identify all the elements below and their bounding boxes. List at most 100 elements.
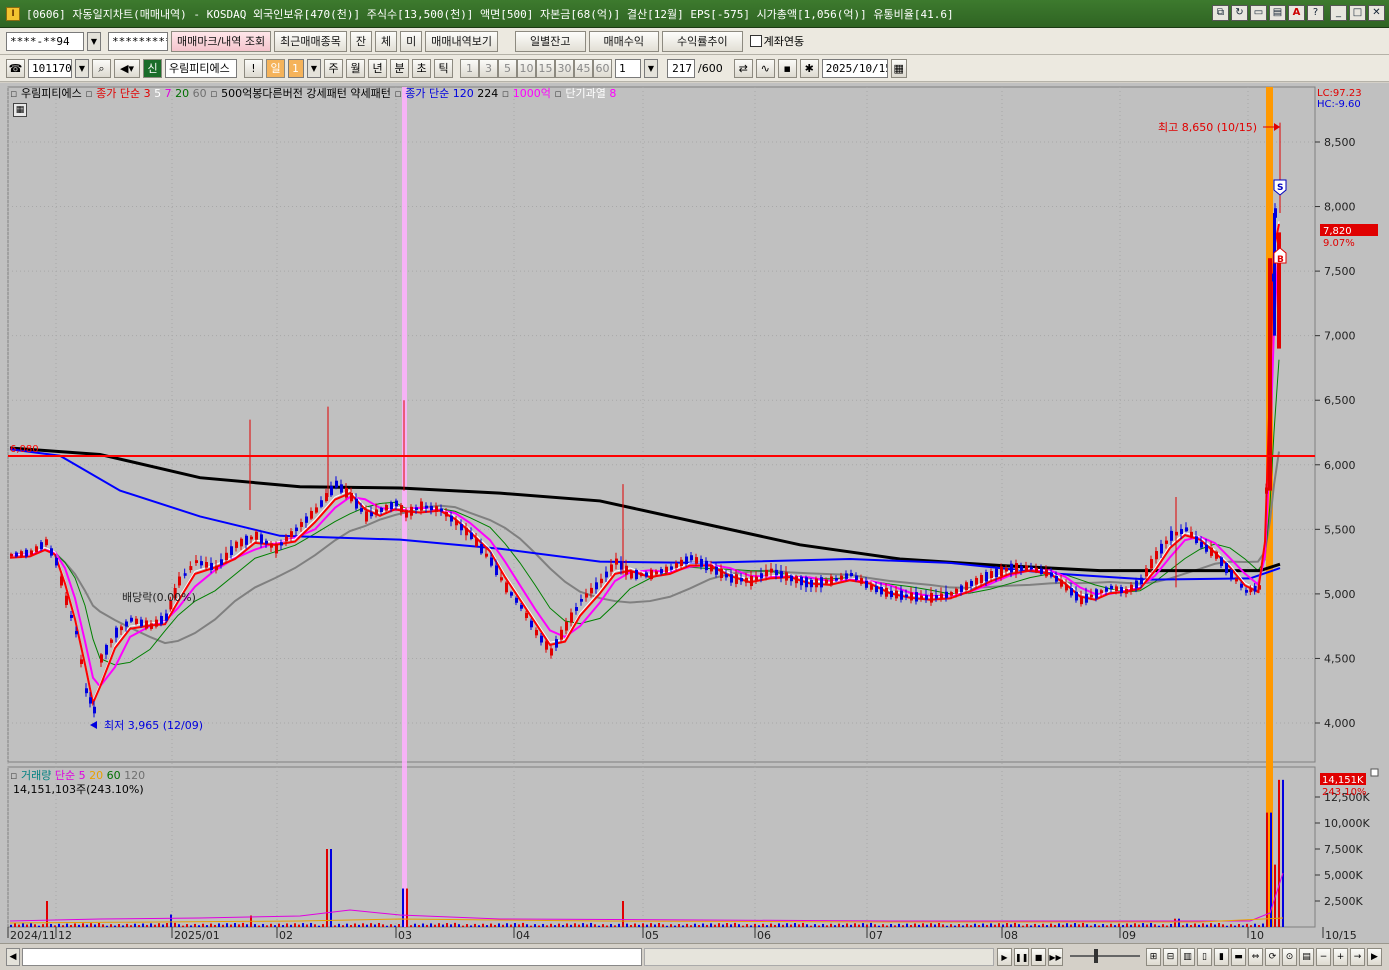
- minimize-icon[interactable]: _: [1330, 5, 1347, 21]
- speed-slider[interactable]: [1070, 955, 1140, 957]
- period-count-input[interactable]: 1: [288, 58, 304, 78]
- candle-style-icon[interactable]: ▯: [1197, 948, 1212, 966]
- account-input[interactable]: ****-**94: [6, 31, 84, 51]
- candle-body: [825, 579, 828, 584]
- chart-type-icon[interactable]: ⊞: [1146, 948, 1161, 966]
- account-dropdown-icon[interactable]: ▼: [87, 31, 101, 51]
- recent-trades-button[interactable]: 최근매매종목: [274, 30, 347, 52]
- period-month-button[interactable]: 월: [346, 58, 365, 78]
- volume-bar: [246, 924, 248, 927]
- sound-icon[interactable]: ◀▾: [114, 58, 140, 78]
- period-day-button[interactable]: 일: [266, 58, 285, 78]
- calendar-icon[interactable]: ▦: [890, 58, 907, 78]
- candle-body: [1050, 572, 1053, 577]
- interval-button-3[interactable]: 3: [479, 58, 498, 78]
- chart-layout-icon[interactable]: ▥: [1180, 948, 1195, 966]
- balance-button[interactable]: 잔: [349, 30, 373, 52]
- interval-select[interactable]: 1: [615, 58, 641, 78]
- scroll-thumb[interactable]: [22, 948, 642, 966]
- zoom-minus-icon[interactable]: −: [1316, 948, 1331, 966]
- legend-pattern[interactable]: 500억봉다른버전 강세패턴: [221, 87, 347, 100]
- period-second-button[interactable]: 초: [412, 58, 431, 78]
- trade-mark-query-button[interactable]: 매매마크/내역 조회: [171, 30, 272, 52]
- period-count-dropdown-icon[interactable]: ▼: [307, 58, 321, 78]
- font-icon[interactable]: A: [1288, 5, 1305, 21]
- period-tick-button[interactable]: 틱: [434, 58, 453, 78]
- interval-button-15[interactable]: 15: [536, 58, 555, 78]
- search-icon[interactable]: ⌕: [92, 58, 111, 78]
- interval-button-30[interactable]: 30: [555, 58, 574, 78]
- volume-bar: [110, 924, 112, 927]
- period-week-button[interactable]: 주: [324, 58, 343, 78]
- help-icon[interactable]: ?: [1307, 5, 1324, 21]
- interval-button-60[interactable]: 60: [593, 58, 612, 78]
- executed-button[interactable]: 체: [375, 30, 398, 52]
- stop-icon[interactable]: ■: [1031, 948, 1046, 966]
- chart-split-icon[interactable]: ⊟: [1163, 948, 1178, 966]
- trade-history-button[interactable]: 매매내역보기: [425, 30, 499, 52]
- stock-code-dropdown-icon[interactable]: ▼: [75, 58, 89, 78]
- legend-ma2-label[interactable]: 종가 단순: [405, 87, 449, 100]
- speed-slider-handle[interactable]: [1094, 949, 1098, 963]
- checkbox-box[interactable]: [749, 35, 762, 47]
- table-icon[interactable]: ▤: [1299, 948, 1314, 966]
- fast-forward-icon[interactable]: ▶▶: [1048, 948, 1063, 966]
- volume-bar: [1174, 918, 1176, 927]
- settings-gear-icon[interactable]: ✱: [799, 58, 819, 78]
- expand-icon[interactable]: ▶: [1367, 948, 1382, 966]
- volume-bar: [202, 923, 204, 927]
- close-icon[interactable]: ✕: [1368, 5, 1385, 21]
- maximize-icon[interactable]: □: [1349, 5, 1366, 21]
- scroll-track[interactable]: [644, 948, 994, 966]
- password-input[interactable]: *********: [108, 31, 168, 51]
- volume-bar: [786, 923, 788, 927]
- save-icon[interactable]: ▪: [777, 58, 797, 78]
- alert-icon[interactable]: !: [244, 58, 263, 78]
- scroll-end-icon[interactable]: →: [1350, 948, 1365, 966]
- legend-amount[interactable]: 1000억: [513, 87, 551, 100]
- return-trend-button[interactable]: 수익률추이: [661, 30, 743, 52]
- stock-code-input[interactable]: 101170: [28, 58, 72, 78]
- link-icon[interactable]: ⧉: [1212, 5, 1229, 21]
- candle-body: [760, 573, 763, 579]
- legend-short-overheat[interactable]: 단기과열: [565, 87, 605, 100]
- scroll-left-icon[interactable]: ◀: [6, 948, 20, 966]
- interval-dropdown-icon[interactable]: ▼: [644, 58, 658, 78]
- daily-balance-button[interactable]: 일별잔고: [515, 30, 586, 52]
- screen-icon[interactable]: ▭: [1250, 5, 1267, 21]
- zoom-plus-icon[interactable]: +: [1333, 948, 1348, 966]
- legend-ma-label[interactable]: 종가 단순: [96, 87, 140, 100]
- order-icon[interactable]: ⇄: [733, 58, 753, 78]
- bar-style-icon[interactable]: ▮: [1214, 948, 1229, 966]
- line-style-icon[interactable]: ▬: [1231, 948, 1246, 966]
- sync-icon[interactable]: ↻: [1231, 5, 1248, 21]
- print-icon[interactable]: ▤: [1269, 5, 1286, 21]
- trade-profit-button[interactable]: 매매수익: [588, 30, 659, 52]
- volume-bar: [918, 924, 920, 927]
- history-icon[interactable]: ⟳: [1265, 948, 1280, 966]
- phone-icon[interactable]: ☎: [6, 58, 25, 78]
- interval-button-1[interactable]: 1: [460, 58, 479, 78]
- candle-body: [1155, 551, 1158, 560]
- bar-count-input[interactable]: 217: [667, 58, 695, 78]
- period-minute-button[interactable]: 분: [390, 58, 409, 78]
- play-icon[interactable]: ▶: [997, 948, 1012, 966]
- legend-stock-name[interactable]: 우림피티에스: [21, 87, 82, 100]
- unexecuted-button[interactable]: 미: [400, 30, 423, 52]
- pause-icon[interactable]: ❚❚: [1014, 948, 1029, 966]
- indicator-icon[interactable]: ∿: [755, 58, 775, 78]
- compare-icon[interactable]: ⇔: [1248, 948, 1263, 966]
- interval-button-10[interactable]: 10: [517, 58, 536, 78]
- chart-canvas[interactable]: 6,080 8,500 8,000 7,500 7,000 6,500 6,000 5,50…: [0, 83, 1389, 943]
- grid-toggle-icon[interactable]: ▦: [13, 103, 27, 117]
- interval-button-5[interactable]: 5: [498, 58, 517, 78]
- chart-area[interactable]: 6,080 8,500 8,000 7,500 7,000 6,500 6,000 5,50…: [0, 83, 1389, 943]
- volume-panel-close-icon[interactable]: [1370, 768, 1379, 777]
- cursor-icon[interactable]: ⊙: [1282, 948, 1297, 966]
- legend-weak-pattern[interactable]: 약세패턴: [350, 87, 390, 100]
- volume-bar: [186, 924, 188, 927]
- date-input[interactable]: 2025/10/15: [821, 58, 888, 78]
- account-link-checkbox[interactable]: 계좌연동: [749, 33, 804, 49]
- period-year-button[interactable]: 년: [368, 58, 387, 78]
- interval-button-45[interactable]: 45: [574, 58, 593, 78]
